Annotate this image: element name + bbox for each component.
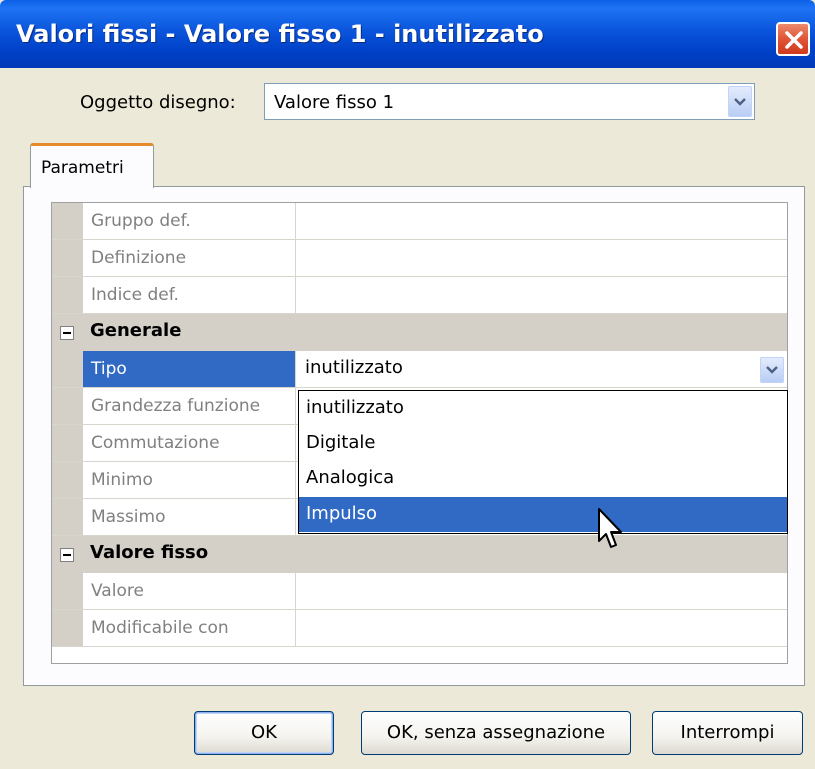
tab-parametri[interactable]: Parametri xyxy=(30,143,154,188)
ok-no-assign-button[interactable]: OK, senza assegnazione xyxy=(361,711,631,755)
property-name: Grandezza funzione xyxy=(83,388,296,424)
category-generale[interactable]: Generale xyxy=(52,314,787,351)
tipo-select-value: inutilizzato xyxy=(305,357,403,378)
property-value[interactable] xyxy=(297,277,787,313)
collapse-icon[interactable] xyxy=(60,548,74,562)
dropdown-option-impulso[interactable]: Impulso xyxy=(299,497,787,532)
dropdown-option-inutilizzato[interactable]: inutilizzato xyxy=(299,391,787,426)
property-name: Definizione xyxy=(83,240,296,276)
close-button[interactable] xyxy=(776,22,810,56)
row-modificabile-con[interactable]: Modificabile con xyxy=(52,610,787,647)
row-definizione[interactable]: Definizione xyxy=(52,240,787,277)
property-name: Modificabile con xyxy=(83,610,296,646)
object-select[interactable]: Valore fisso 1 xyxy=(264,83,755,120)
dropdown-option-analogica[interactable]: Analogica xyxy=(299,461,787,496)
row-gruppo-def[interactable]: Gruppo def. xyxy=(52,203,787,240)
row-tipo[interactable]: Tipo inutilizzato xyxy=(52,351,787,388)
chevron-down-icon xyxy=(766,366,778,374)
object-select-value: Valore fisso 1 xyxy=(274,92,395,113)
window-title: Valori fissi - Valore fisso 1 - inutiliz… xyxy=(16,20,544,48)
close-icon xyxy=(785,31,803,49)
object-select-dropdown-button[interactable] xyxy=(728,86,752,117)
property-name: Gruppo def. xyxy=(83,203,296,239)
ok-button[interactable]: OK xyxy=(194,711,334,755)
property-name: Indice def. xyxy=(83,277,296,313)
object-label: Oggetto disegno: xyxy=(80,92,236,113)
category-valore-fisso[interactable]: Valore fisso xyxy=(52,536,787,573)
cancel-button[interactable]: Interrompi xyxy=(652,711,803,755)
property-name: Minimo xyxy=(83,462,296,498)
property-name: Tipo xyxy=(83,351,296,387)
property-value[interactable] xyxy=(297,203,787,239)
category-name: Generale xyxy=(90,320,182,341)
collapse-icon[interactable] xyxy=(60,326,74,340)
tipo-select[interactable]: inutilizzato xyxy=(297,351,787,387)
title-bar[interactable]: Valori fissi - Valore fisso 1 - inutiliz… xyxy=(0,0,815,68)
row-valore[interactable]: Valore xyxy=(52,573,787,610)
tipo-dropdown-list: inutilizzato Digitale Analogica Impulso xyxy=(298,390,788,534)
property-name: Massimo xyxy=(83,499,296,535)
mouse-pointer-icon xyxy=(598,508,622,548)
tab-label: Parametri xyxy=(41,158,124,178)
row-indice-def[interactable]: Indice def. xyxy=(52,277,787,314)
dropdown-option-digitale[interactable]: Digitale xyxy=(299,426,787,461)
tipo-dropdown-button[interactable] xyxy=(760,357,784,383)
property-name: Commutazione xyxy=(83,425,296,461)
category-name: Valore fisso xyxy=(90,542,209,563)
property-value[interactable] xyxy=(297,573,787,609)
chevron-down-icon xyxy=(734,98,746,106)
property-name: Valore xyxy=(83,573,296,609)
property-value[interactable] xyxy=(297,610,787,646)
property-value[interactable] xyxy=(297,240,787,276)
